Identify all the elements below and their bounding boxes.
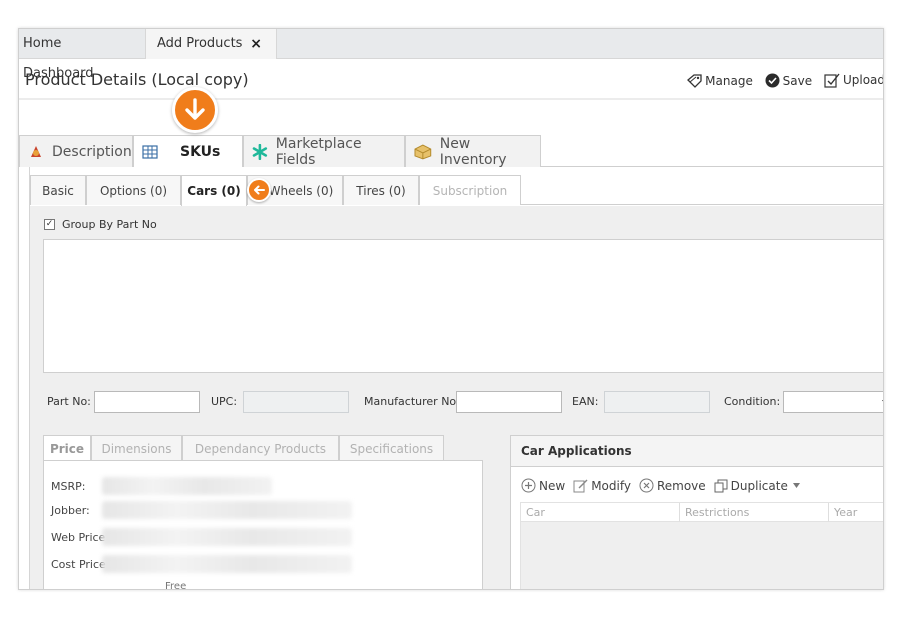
tab-description[interactable]: Description (19, 135, 133, 167)
arrow-left-hint-icon (247, 178, 271, 202)
save-label: Save (782, 73, 813, 88)
checkmark-icon: ✓ (44, 219, 55, 230)
tab-home-dashboard[interactable]: Home Dashboard (19, 29, 139, 81)
car-applications-title: Car Applications (511, 436, 883, 467)
tab-new-inventory[interactable]: New Inventory (405, 135, 541, 168)
new-label: New (539, 478, 566, 493)
description-icon (31, 145, 41, 157)
tab-add-products[interactable]: Add Products × (145, 29, 277, 59)
tab-skus-label: SKUs (180, 144, 221, 160)
subtab-basic[interactable]: Basic (30, 175, 86, 205)
app-window: Home Dashboard Add Products × Product De… (18, 28, 884, 590)
checkbox-upload-icon (824, 73, 840, 88)
jobber-value (102, 501, 352, 519)
sub-tab-bar: Basic Options (0) Cars (0) Wheels (0) Ti… (30, 175, 883, 206)
part-no-input[interactable] (94, 391, 200, 413)
subtab-subscription: Subscription (419, 175, 521, 205)
tab-marketplace-fields-label: Marketplace Fields (275, 135, 362, 168)
upc-label: UPC: (211, 395, 238, 408)
column-header-car[interactable]: Car (521, 503, 680, 522)
tab-marketplace-fields[interactable]: Marketplace Fields (243, 135, 405, 168)
part-no-label: Part No: (47, 395, 91, 408)
check-circle-icon (765, 73, 780, 88)
tab-specifications[interactable]: Specifications (339, 435, 444, 461)
ean-label: EAN: (572, 395, 599, 408)
tab-description-label: Description (52, 143, 132, 160)
tab-add-products-label: Add Products (157, 36, 243, 51)
group-by-part-no-checkbox[interactable]: ✓ Group By Part No (44, 218, 157, 231)
tab-dependancy-products[interactable]: Dependancy Products (182, 435, 339, 461)
tab-skus[interactable]: SKUs (133, 135, 243, 168)
tag-icon (687, 74, 702, 88)
skus-panel: Basic Options (0) Cars (0) Wheels (0) Ti… (29, 167, 883, 590)
main-tab-bar: Description SKUs Marketplace Fields New … (19, 135, 883, 168)
remove-button[interactable]: Remove (639, 478, 706, 493)
remove-circle-icon (639, 478, 654, 493)
subtab-tires[interactable]: Tires (0) (343, 175, 419, 205)
group-by-label: Group By Part No (62, 218, 157, 231)
tab-price[interactable]: Price (43, 435, 91, 462)
cost-price-value (102, 555, 352, 573)
header-toolbar: Manage Save Upload (678, 72, 884, 91)
web-price-label: Web Price (51, 531, 106, 544)
subtab-cars[interactable]: Cars (0) (181, 175, 247, 206)
web-price-value (102, 528, 352, 546)
column-header-year[interactable]: Year (829, 503, 883, 522)
tab-dimensions[interactable]: Dimensions (91, 435, 182, 461)
msrp-label: MSRP: (51, 480, 86, 493)
modify-button[interactable]: Modify (573, 478, 631, 493)
manage-button[interactable]: Manage (686, 74, 753, 88)
save-button[interactable]: Save (765, 73, 812, 88)
new-button[interactable]: New (521, 478, 565, 493)
arrow-down-hint-icon (172, 87, 218, 133)
window-tab-bar: Home Dashboard Add Products × (19, 29, 883, 81)
upload-label: Upload (842, 73, 884, 87)
copy-icon (714, 479, 728, 492)
manufacturer-no-label: Manufacturer No: (364, 395, 460, 408)
condition-label: Condition: (724, 395, 781, 408)
chevron-down-icon (882, 400, 883, 402)
column-header-restrictions[interactable]: Restrictions (680, 503, 829, 522)
manufacturer-no-input[interactable] (456, 391, 562, 413)
cars-list-box[interactable] (43, 239, 883, 373)
tab-new-inventory-label: New Inventory (439, 135, 507, 168)
ean-input (604, 391, 710, 413)
car-applications-toolbar: New Modify Remove Duplicate (521, 478, 811, 493)
duplicate-button[interactable]: Duplicate (714, 479, 803, 493)
cost-price-label: Cost Price (51, 558, 106, 571)
asterisk-icon (252, 143, 268, 160)
edit-icon (573, 479, 588, 493)
chevron-down-icon (792, 483, 800, 488)
upc-input (243, 391, 349, 413)
modify-label: Modify (591, 478, 631, 493)
msrp-value (102, 477, 272, 495)
free-label: Free (165, 581, 187, 590)
condition-select[interactable] (783, 391, 883, 413)
title-row: Product Details (Local copy) Manage Save… (19, 60, 884, 100)
grid-icon (142, 145, 158, 159)
price-panel: MSRP: Jobber: Web Price Cost Price Free (43, 460, 483, 590)
subtab-options[interactable]: Options (0) (86, 175, 181, 205)
box-icon (414, 144, 432, 159)
close-icon[interactable]: × (250, 29, 262, 59)
manage-label: Manage (705, 74, 753, 88)
car-applications-grid: Car Restrictions Year (520, 502, 883, 589)
car-applications-panel: Car Applications New Modify Remove Dupli… (510, 435, 883, 589)
jobber-label: Jobber: (51, 504, 90, 517)
duplicate-label: Duplicate (730, 478, 788, 493)
subtab-wheels-label: Wheels (0) (268, 183, 334, 198)
upload-button[interactable]: Upload (824, 72, 884, 88)
remove-label: Remove (656, 478, 706, 493)
plus-circle-icon (521, 478, 536, 493)
page-title: Product Details (Local copy) (25, 70, 249, 89)
